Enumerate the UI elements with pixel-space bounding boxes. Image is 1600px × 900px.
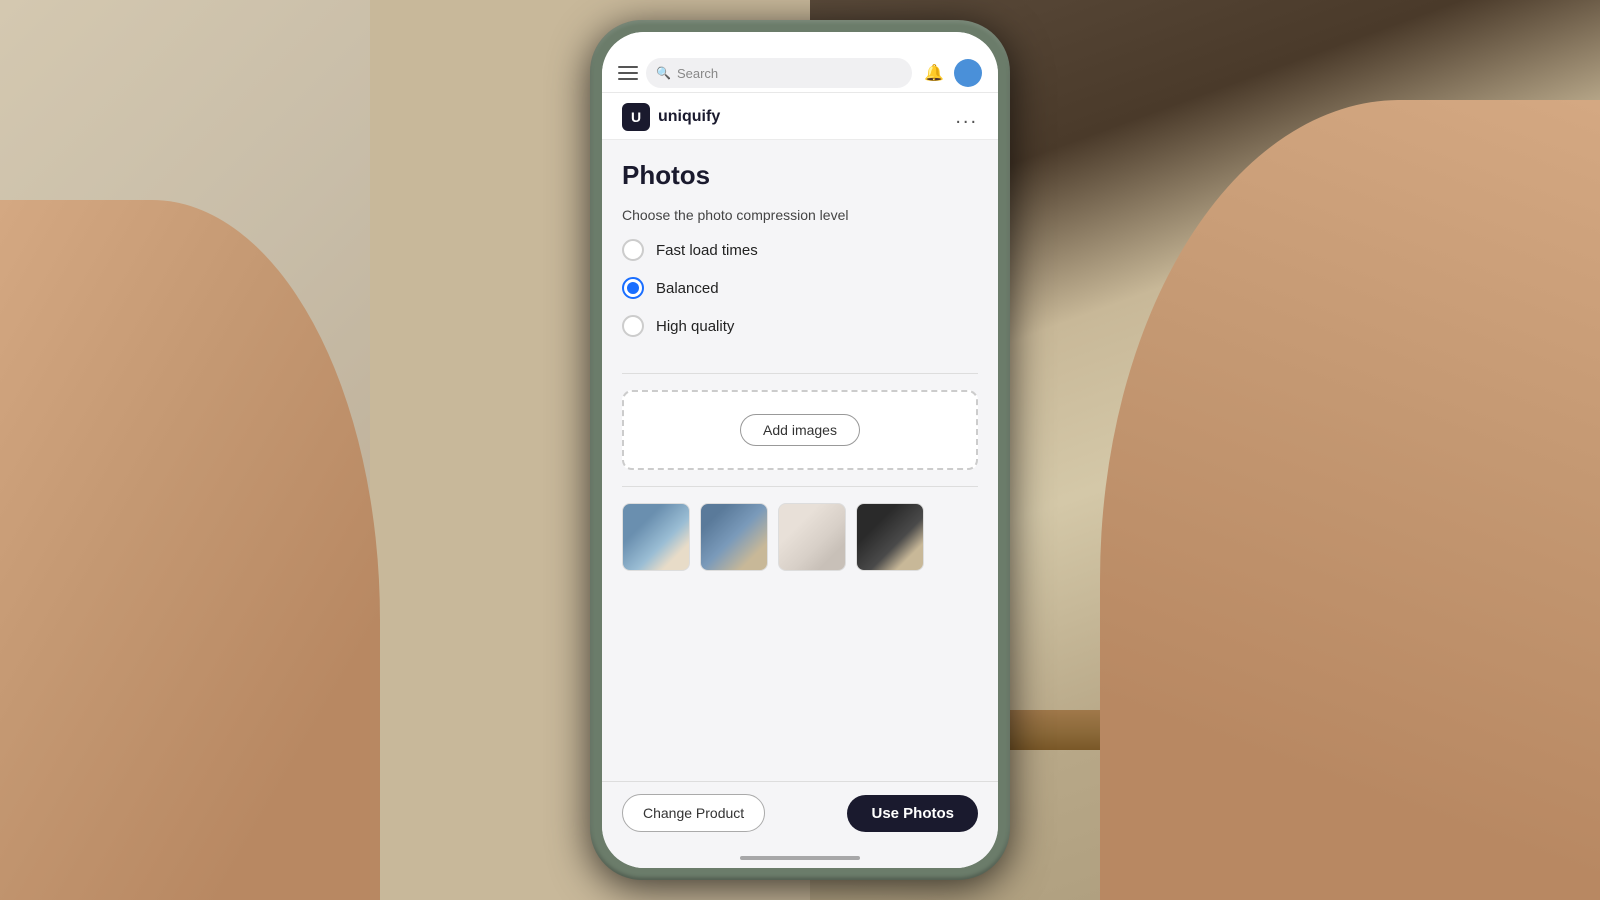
thumb-divider (622, 486, 978, 487)
home-indicator (602, 848, 998, 868)
phone-topbar: 🔍 Search 🔔 (602, 52, 998, 93)
compression-label: Choose the photo compression level (622, 207, 978, 223)
radio-btn-fast[interactable] (622, 239, 644, 261)
more-options-icon[interactable]: ... (955, 106, 978, 129)
change-product-button[interactable]: Change Product (622, 794, 765, 832)
thumbnail-1[interactable] (622, 503, 690, 571)
thumbnail-3[interactable] (778, 503, 846, 571)
topbar-icons: 🔔 (920, 59, 982, 87)
radio-balanced[interactable]: Balanced (622, 277, 978, 299)
logo-letter: U (631, 109, 641, 125)
user-avatar[interactable] (954, 59, 982, 87)
bottom-action-bar: Change Product Use Photos (602, 781, 998, 848)
search-icon: 🔍 (656, 66, 671, 80)
thumbnails-row (602, 503, 998, 587)
app-logo-icon: U (622, 103, 650, 131)
thumbnail-2[interactable] (700, 503, 768, 571)
radio-label-high: High quality (656, 318, 734, 335)
radio-label-fast: Fast load times (656, 242, 758, 259)
upload-area[interactable]: Add images (622, 390, 978, 470)
compression-section: Choose the photo compression level Fast … (602, 207, 998, 369)
scene: 🔍 Search 🔔 U uniquify (0, 0, 1600, 900)
notification-icon[interactable]: 🔔 (920, 59, 948, 87)
app-name: uniquify (658, 108, 720, 126)
phone-outer-case: 🔍 Search 🔔 U uniquify (590, 20, 1010, 880)
hamburger-icon[interactable] (618, 66, 638, 80)
thumbnail-4[interactable] (856, 503, 924, 571)
home-bar (740, 856, 860, 860)
phone-wrapper: 🔍 Search 🔔 U uniquify (590, 20, 1010, 880)
app-logo-row: U uniquify (622, 103, 720, 131)
app-header: U uniquify ... (602, 93, 998, 140)
add-images-button[interactable]: Add images (740, 414, 860, 446)
radio-btn-balanced[interactable] (622, 277, 644, 299)
radio-high-quality[interactable]: High quality (622, 315, 978, 337)
divider-1 (622, 373, 978, 374)
phone-screen: 🔍 Search 🔔 U uniquify (602, 32, 998, 868)
radio-btn-high[interactable] (622, 315, 644, 337)
radio-label-balanced: Balanced (656, 280, 719, 297)
radio-fast-load[interactable]: Fast load times (622, 239, 978, 261)
page-content: Photos Choose the photo compression leve… (602, 140, 998, 781)
use-photos-button[interactable]: Use Photos (847, 795, 978, 832)
search-placeholder-text: Search (677, 66, 718, 81)
page-title: Photos (602, 140, 998, 207)
search-bar[interactable]: 🔍 Search (646, 58, 912, 88)
phone-status-bar (602, 32, 998, 52)
